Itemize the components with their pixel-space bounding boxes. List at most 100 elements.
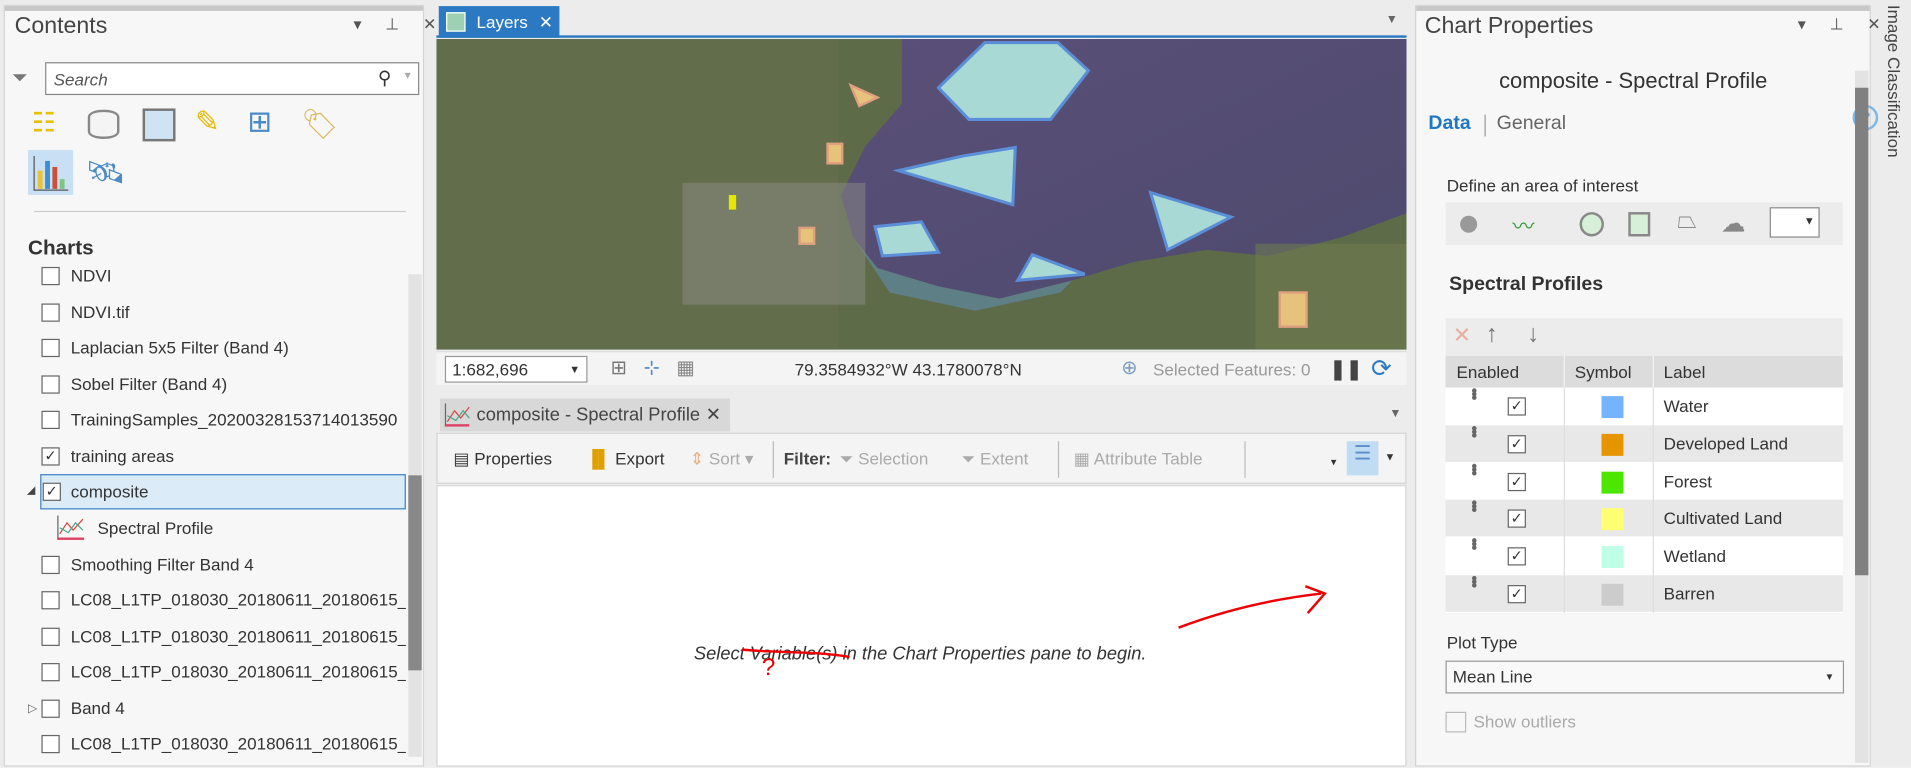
list-item[interactable]: Laplacian 5x5 Filter (Band 4) <box>0 330 406 365</box>
tab-chart[interactable]: composite - Spectral Profile ✕ <box>439 398 731 432</box>
profile-label[interactable]: Forest <box>1664 463 1712 501</box>
selected-features-count[interactable]: Selected Features: 0 <box>1153 360 1310 380</box>
scrollbar-thumb[interactable] <box>408 475 422 671</box>
grid-icon[interactable]: ▦ <box>676 356 694 380</box>
enabled-checkbox[interactable]: ✓ <box>1507 434 1526 454</box>
overflow-icon[interactable]: ▾ <box>1331 456 1337 469</box>
list-by-snapping-icon[interactable]: ⊞ <box>247 105 272 140</box>
move-down-icon[interactable]: ↓ <box>1527 321 1539 349</box>
checkbox[interactable] <box>41 663 60 682</box>
symbol-swatch[interactable] <box>1601 396 1624 419</box>
filter-extent-button[interactable]: ⏷ Extent <box>962 449 1029 470</box>
list-item[interactable]: LC08_L1TP_018030_20180611_20180615_( <box>0 726 406 761</box>
refresh-icon[interactable]: ⟳ <box>1371 353 1391 383</box>
drag-handle-icon[interactable]: ••• <box>1455 388 1493 399</box>
circle-tool-icon[interactable] <box>1579 212 1604 237</box>
delete-icon[interactable]: ✕ <box>1453 323 1471 349</box>
tab-general[interactable]: General <box>1497 113 1566 135</box>
list-item[interactable]: LC08_L1TP_018030_20180611_20180615_( <box>0 654 406 689</box>
pause-icon[interactable]: ❚❚ <box>1330 357 1363 381</box>
symbol-color-dropdown[interactable]: ▼ <box>1769 207 1820 238</box>
enabled-checkbox[interactable]: ✓ <box>1507 397 1526 416</box>
legend-toggle-button[interactable]: ☰ <box>1346 441 1379 476</box>
symbol-swatch[interactable] <box>1601 471 1624 494</box>
symbol-swatch[interactable] <box>1601 583 1624 606</box>
profile-row[interactable]: ••• ✓ Water <box>1445 387 1843 426</box>
checkbox[interactable] <box>41 266 60 286</box>
drag-handle-icon[interactable]: ••• <box>1455 575 1493 586</box>
side-tab-image-classification[interactable]: Image Classification <box>1884 5 1904 158</box>
checkbox[interactable] <box>41 699 60 718</box>
plot-type-dropdown[interactable]: Mean Line ▼ <box>1445 660 1845 694</box>
enabled-checkbox[interactable]: ✓ <box>1507 547 1526 566</box>
contents-pane-controls[interactable]: ▾ ⊥ ✕ <box>353 15 446 35</box>
list-by-source-icon[interactable] <box>87 109 120 139</box>
checkbox-checked[interactable]: ✓ <box>42 482 61 501</box>
checkbox[interactable] <box>41 555 60 575</box>
list-by-labeling-icon[interactable]: 🏷 <box>301 107 338 142</box>
close-icon[interactable]: ✕ <box>539 6 553 38</box>
column-label[interactable]: Label <box>1664 356 1706 388</box>
close-icon[interactable]: ✕ <box>706 399 721 432</box>
symbol-swatch[interactable] <box>1601 433 1624 456</box>
grid-add-icon[interactable]: ⊞ <box>611 356 627 380</box>
line-tool-icon[interactable]: 〰 <box>1513 210 1535 242</box>
freehand-tool-icon[interactable]: ☁ <box>1721 208 1745 238</box>
column-symbol[interactable]: Symbol <box>1575 356 1632 388</box>
tab-menu-icon[interactable]: ▼ <box>1386 13 1398 26</box>
collapse-arrow-icon[interactable]: ◢ <box>27 484 35 497</box>
drag-handle-icon[interactable]: ••• <box>1455 500 1493 511</box>
search-dropdown-icon[interactable]: ▾ <box>405 69 411 82</box>
profile-label[interactable]: Cultivated Land <box>1664 500 1783 538</box>
search-icon[interactable]: ⚲ <box>378 67 391 89</box>
profile-row[interactable]: ••• ✓ Developed Land <box>1445 425 1843 463</box>
list-by-editing-icon[interactable]: ✎ <box>195 105 220 140</box>
symbol-swatch[interactable] <box>1601 546 1624 569</box>
checkbox[interactable] <box>41 375 60 394</box>
checkbox[interactable] <box>41 591 60 610</box>
expand-arrow-icon[interactable]: ▷ <box>28 691 37 726</box>
profile-row[interactable]: ••• ✓ Wetland <box>1445 537 1843 576</box>
enabled-checkbox[interactable]: ✓ <box>1507 472 1526 491</box>
sort-button[interactable]: ⇕ Sort ▾ <box>690 449 754 470</box>
list-item[interactable]: LC08_L1TP_018030_20180611_20180615_( <box>0 619 406 654</box>
profile-label[interactable]: Water <box>1664 388 1709 426</box>
drag-handle-icon[interactable]: ••• <box>1455 463 1493 474</box>
list-item[interactable]: TrainingSamples_20200328153714013590 <box>0 402 406 437</box>
list-item-selected[interactable]: ✓ composite <box>40 474 406 510</box>
list-item[interactable]: NDVI <box>0 258 406 293</box>
profile-label[interactable]: Developed Land <box>1664 425 1788 463</box>
list-item[interactable]: ▷ Band 4 <box>0 691 406 726</box>
list-by-charts-icon[interactable] <box>28 149 74 196</box>
chevron-down-icon[interactable]: ▼ <box>1385 451 1396 463</box>
profile-row[interactable]: ••• ✓ Forest <box>1445 462 1843 501</box>
filter-icon[interactable]: ⏷ <box>12 68 28 90</box>
chart-properties-pane-controls[interactable]: ▾ ⊥ ✕ <box>1798 15 1891 35</box>
list-item[interactable]: Sobel Filter (Band 4) <box>0 367 406 402</box>
tab-layers[interactable]: Layers ✕ <box>438 6 560 38</box>
list-item-chart[interactable]: Spectral Profile <box>0 511 406 546</box>
checkbox[interactable] <box>41 303 60 322</box>
checkbox[interactable] <box>41 734 60 754</box>
checkbox-checked[interactable]: ✓ <box>41 447 60 466</box>
drag-handle-icon[interactable]: ••• <box>1455 538 1493 549</box>
filter-selection-button[interactable]: ⏷ Selection <box>840 449 929 470</box>
checkbox[interactable] <box>41 410 60 430</box>
list-by-selection-icon[interactable] <box>142 108 176 142</box>
list-item[interactable]: LC08_L1TP_018030_20180611_20180615_( <box>0 583 406 618</box>
export-button[interactable]: ▐▌ Export <box>586 449 664 469</box>
drag-handle-icon[interactable]: ••• <box>1455 425 1493 436</box>
column-enabled[interactable]: Enabled <box>1456 356 1519 388</box>
snapping-icon[interactable]: ⊹ <box>644 356 660 380</box>
list-item[interactable]: Smoothing Filter Band 4 <box>0 547 406 582</box>
list-by-perspective-imagery-icon[interactable]: 🛰 <box>85 154 125 192</box>
enabled-checkbox[interactable]: ✓ <box>1507 585 1526 604</box>
contents-scrollbar[interactable] <box>408 274 422 757</box>
list-by-drawing-order-icon[interactable]: ☷ <box>32 107 69 144</box>
list-item[interactable]: ✓ training areas <box>0 439 406 474</box>
point-tool-icon[interactable] <box>1460 215 1478 233</box>
move-up-icon[interactable]: ↑ <box>1486 321 1498 349</box>
properties-button[interactable]: ▤ Properties <box>453 449 552 470</box>
properties-scrollbar[interactable] <box>1855 70 1869 763</box>
tab-menu-icon[interactable]: ▼ <box>1389 407 1401 420</box>
